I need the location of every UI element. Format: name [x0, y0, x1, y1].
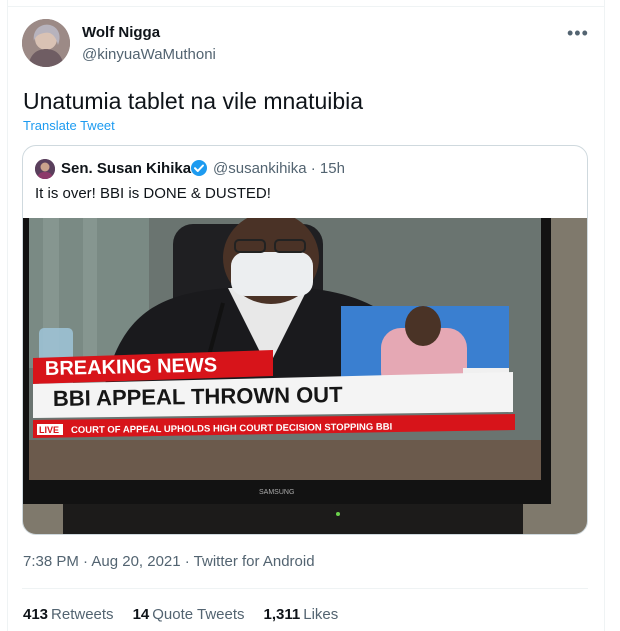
likes-count: 1,311	[263, 606, 301, 623]
quotes-label: Quote Tweets	[152, 606, 245, 623]
quoted-author-name[interactable]: Sen. Susan Kihika	[61, 160, 191, 177]
retweets-count: 413	[23, 606, 49, 623]
tv-brand-text: SAMSUNG	[259, 489, 294, 496]
more-horizontal-icon[interactable]: •••	[567, 24, 589, 42]
retweets-stat[interactable]: 413 Retweets	[23, 606, 114, 623]
verified-badge-icon	[190, 159, 208, 177]
banner-main-text: BBI APPEAL THROWN OUT	[53, 382, 344, 411]
author-avatar[interactable]	[22, 19, 70, 67]
quoted-image[interactable]: BREAKING NEWS BBI APPEAL THROWN OUT LIVE…	[23, 218, 587, 534]
author-name[interactable]: Wolf Nigga	[82, 24, 160, 41]
author-handle[interactable]: @kinyuaWaMuthoni	[82, 46, 216, 63]
quoted-tweet[interactable]: Sen. Susan Kihika @susankihika · 15h It …	[22, 145, 588, 535]
tweet-text: Unatumia tablet na vile mnatuibia	[23, 88, 364, 114]
retweets-label: Retweets	[51, 606, 114, 623]
breaking-news-text: BREAKING NEWS	[45, 354, 218, 380]
quotes-count: 14	[132, 606, 150, 623]
quoted-text: It is over! BBI is DONE & DUSTED!	[35, 185, 271, 202]
tweet-stats: 413 Retweets 14 Quote Tweets 1,311 Likes	[23, 606, 338, 623]
top-divider	[7, 6, 605, 7]
quoted-handle-time[interactable]: @susankihika · 15h	[213, 160, 345, 177]
stats-divider	[22, 588, 588, 589]
translate-tweet-link[interactable]: Translate Tweet	[23, 118, 115, 133]
likes-stat[interactable]: 1,311 Likes	[264, 606, 339, 623]
tweet-meta[interactable]: 7:38 PM · Aug 20, 2021 · Twitter for And…	[23, 553, 315, 570]
likes-label: Likes	[303, 606, 339, 623]
ticker-live-text: LIVE	[39, 425, 59, 435]
quote-tweets-stat[interactable]: 14 Quote Tweets	[133, 606, 245, 623]
quoted-author-avatar[interactable]	[35, 159, 55, 179]
